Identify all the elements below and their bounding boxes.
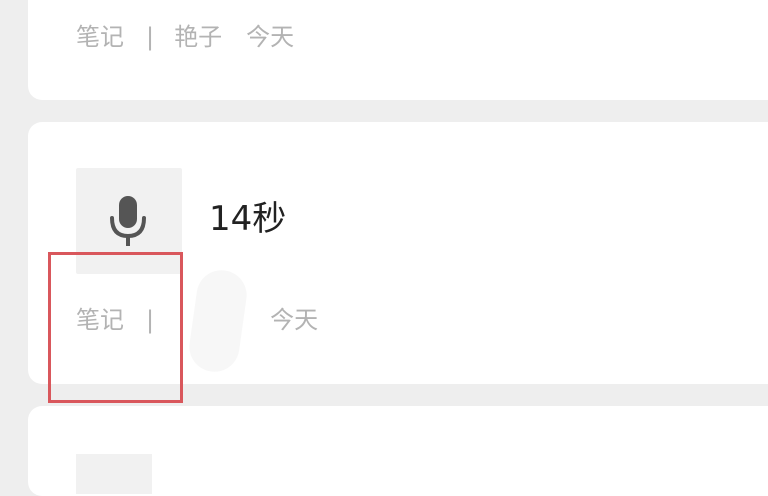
voice-thumbnail	[76, 168, 182, 274]
meta-separator: |	[146, 23, 155, 51]
voice-duration: 14秒	[209, 199, 287, 239]
note-category: 笔记	[76, 23, 124, 51]
meta-separator: |	[146, 306, 155, 334]
microphone-icon	[110, 196, 146, 246]
voice-date: 今天	[270, 306, 319, 334]
voice-note-card[interactable]: 14秒 笔记 | 今天	[28, 122, 768, 384]
note-card-3[interactable]	[28, 406, 768, 496]
note-thumbnail	[76, 454, 152, 494]
note-author: 艳子	[174, 23, 223, 51]
note-date: 今天	[246, 23, 295, 51]
voice-meta: 笔记 | 今天	[76, 308, 318, 332]
note-card-1[interactable]: 笔记 | 艳子 今天	[28, 0, 768, 100]
voice-category: 笔记	[76, 306, 124, 334]
note-meta: 笔记 | 艳子 今天	[76, 25, 294, 49]
